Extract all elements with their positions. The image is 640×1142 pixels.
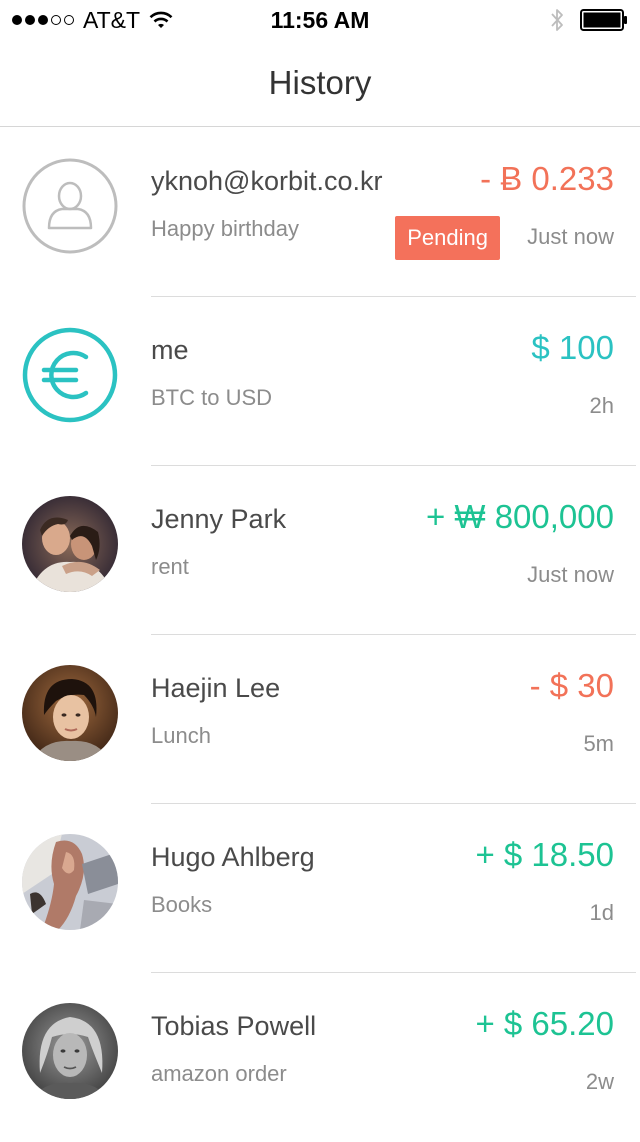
contact-name: me <box>151 335 189 365</box>
transaction-note: Books <box>151 892 213 917</box>
avatar <box>22 665 118 761</box>
transaction-amount: + $ 18.50 <box>475 836 614 873</box>
contact-name: yknoh@korbit.co.kr <box>151 166 383 196</box>
nav-bar: History <box>0 40 640 127</box>
list-item[interactable]: me BTC to USD $ 100 2h <box>0 297 640 466</box>
transaction-note: Happy birthday <box>151 216 299 241</box>
transaction-amount: $ 100 <box>531 329 614 366</box>
contact-name: Jenny Park <box>151 504 287 534</box>
avatar <box>22 834 118 930</box>
transaction-amount: + $ 65.20 <box>475 1005 614 1042</box>
list-item[interactable]: Hugo Ahlberg Books + $ 18.50 1d <box>0 804 640 973</box>
avatar <box>22 1003 118 1099</box>
status-right <box>550 6 628 34</box>
transaction-note: amazon order <box>151 1061 287 1086</box>
bluetooth-icon <box>550 8 564 32</box>
transaction-amount: - $ 30 <box>529 667 614 704</box>
transaction-amount: - Ƀ 0.233 <box>480 160 614 197</box>
transaction-amount: + ₩ 800,000 <box>425 498 614 535</box>
transaction-note: Lunch <box>151 723 211 748</box>
contact-name: Tobias Powell <box>151 1011 317 1041</box>
list-item[interactable]: Tobias Powell amazon order + $ 65.20 2w <box>0 973 640 1142</box>
history-list: yknoh@korbit.co.kr Happy birthday - Ƀ 0.… <box>0 128 640 1142</box>
transaction-time: 1d <box>589 900 614 925</box>
transaction-time: Just now <box>527 224 614 249</box>
status-badge: Pending <box>395 216 500 260</box>
user-placeholder-icon <box>22 158 118 254</box>
status-bar: AT&T 11:56 AM <box>0 0 640 40</box>
transaction-time: 5m <box>583 731 614 756</box>
avatar <box>22 496 118 592</box>
contact-name: Haejin Lee <box>151 673 281 703</box>
transaction-time: Just now <box>527 562 614 587</box>
page-title: History <box>268 64 372 101</box>
contact-name: Hugo Ahlberg <box>151 842 315 872</box>
transaction-note: BTC to USD <box>151 385 273 410</box>
transaction-time: 2h <box>589 393 614 418</box>
transaction-time: 2w <box>585 1069 614 1094</box>
battery-icon <box>580 9 628 31</box>
euro-icon <box>22 327 118 423</box>
list-item[interactable]: Jenny Park rent + ₩ 800,000 Just now <box>0 466 640 635</box>
status-time: 11:56 AM <box>270 7 370 33</box>
transaction-note: rent <box>151 554 189 579</box>
list-item[interactable]: Haejin Lee Lunch - $ 30 5m <box>0 635 640 804</box>
list-item[interactable]: yknoh@korbit.co.kr Happy birthday - Ƀ 0.… <box>0 128 640 297</box>
